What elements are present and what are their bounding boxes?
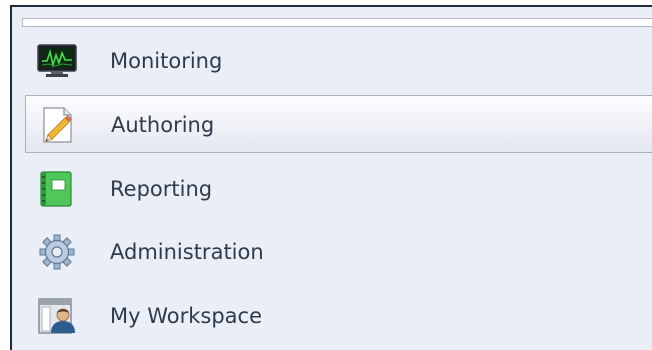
nav-item-reporting[interactable]: Reporting [25,160,652,218]
nav-item-label: My Workspace [110,304,263,328]
monitor-icon [37,43,77,79]
nav-item-label: Reporting [110,177,213,201]
pencil-document-icon [38,107,78,143]
user-workspace-icon [37,298,77,334]
nav-item-my-workspace[interactable]: My Workspace [25,287,652,345]
report-book-icon [37,171,77,207]
navigation-panel: Monitoring Authoring Reporting Administr… [10,5,652,350]
nav-item-label: Administration [110,240,264,264]
pane-splitter[interactable] [22,18,652,27]
nav-item-monitoring[interactable]: Monitoring [25,32,652,90]
nav-item-label: Monitoring [110,49,223,73]
nav-item-authoring[interactable]: Authoring [25,95,652,153]
nav-item-label: Authoring [111,113,215,137]
nav-item-administration[interactable]: Administration [25,223,652,281]
gear-icon [37,234,77,270]
